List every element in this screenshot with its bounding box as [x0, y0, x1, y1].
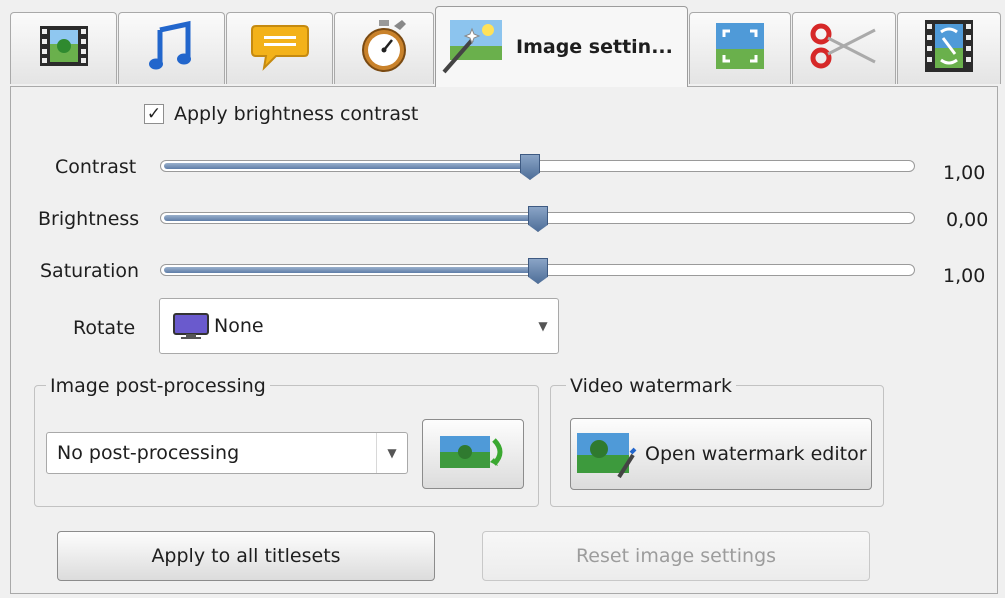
music-note-icon: [146, 20, 198, 77]
post-processing-value: No post-processing: [57, 442, 240, 464]
rotate-label: Rotate: [73, 317, 136, 339]
apply-to-all-button[interactable]: Apply to all titlesets: [57, 531, 435, 581]
tab-transitions[interactable]: [897, 12, 1001, 84]
post-processing-title: Image post-processing: [46, 375, 270, 397]
rotate-value: None: [214, 315, 264, 337]
open-watermark-editor-button[interactable]: Open watermark editor: [570, 418, 872, 490]
tab-chapters[interactable]: [334, 12, 434, 84]
contrast-label: Contrast: [55, 156, 137, 178]
tab-cut[interactable]: [792, 12, 896, 84]
brightness-slider[interactable]: [160, 206, 915, 232]
brightness-slider-fill: [164, 215, 538, 221]
contrast-value: 1,00: [943, 162, 986, 184]
brightness-label: Brightness: [38, 208, 140, 230]
brightness-contrast-label: Apply brightness contrast: [174, 103, 419, 125]
brightness-value: 0,00: [946, 209, 989, 231]
saturation-slider-fill: [164, 267, 538, 273]
chevron-down-icon[interactable]: ▼: [376, 433, 407, 473]
brightness-contrast-checkbox[interactable]: ✓: [144, 104, 164, 124]
tab-video[interactable]: [10, 12, 117, 84]
film-link-icon: [923, 18, 975, 79]
film-image-icon: [38, 22, 90, 75]
saturation-label: Saturation: [40, 260, 140, 282]
tab-image-settings-label: Image settin...: [516, 36, 673, 58]
tab-subtitles[interactable]: [226, 12, 333, 84]
image-refresh-icon: [438, 432, 508, 477]
reset-image-settings-button[interactable]: Reset image settings: [482, 531, 870, 581]
saturation-value: 1,00: [943, 265, 986, 287]
image-settings-icon: [442, 16, 504, 79]
crop-frame-icon: [714, 21, 766, 76]
scissors-icon: [809, 22, 879, 75]
tab-bar: Image settin...: [0, 0, 1005, 87]
contrast-slider-fill: [164, 163, 530, 169]
speech-bubble-icon: [250, 20, 310, 77]
reset-image-settings-label: Reset image settings: [575, 545, 777, 567]
watermark-image-icon: [575, 429, 637, 479]
post-processing-preview-button[interactable]: [422, 419, 524, 489]
stopwatch-icon: [358, 18, 410, 79]
open-watermark-editor-label: Open watermark editor: [645, 443, 867, 465]
rotate-select[interactable]: None ▼: [159, 298, 559, 354]
tab-audio[interactable]: [118, 12, 225, 84]
contrast-slider[interactable]: [160, 154, 915, 180]
tab-image-settings[interactable]: Image settin...: [435, 6, 688, 87]
monitor-icon: [172, 312, 210, 340]
chevron-down-icon[interactable]: ▼: [528, 299, 558, 353]
tab-crop[interactable]: [689, 12, 791, 84]
post-processing-select[interactable]: No post-processing ▼: [46, 432, 408, 474]
saturation-slider[interactable]: [160, 258, 915, 284]
apply-to-all-label: Apply to all titlesets: [151, 545, 341, 567]
watermark-title: Video watermark: [566, 375, 737, 397]
